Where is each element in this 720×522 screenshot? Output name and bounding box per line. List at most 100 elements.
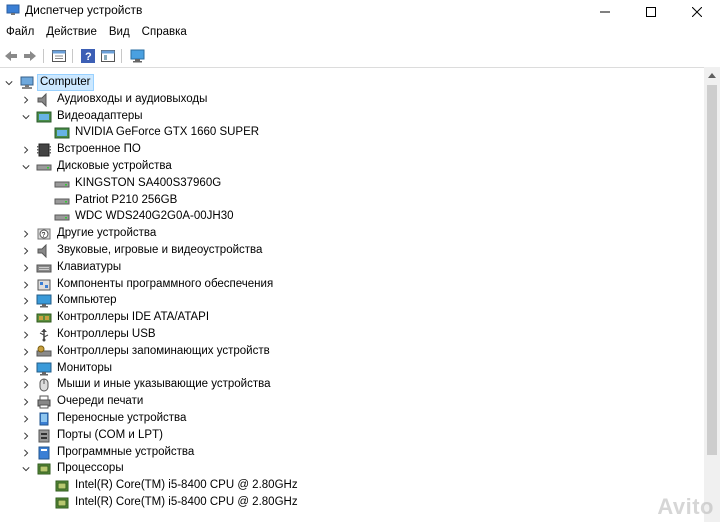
vertical-scrollbar[interactable] [704,67,720,522]
chevron-right-icon[interactable] [22,145,30,154]
category-item[interactable]: Очереди печати [0,393,145,410]
minimize-button[interactable] [582,0,628,24]
monitor-scan-icon [130,49,145,63]
chevron-down-icon[interactable] [22,113,30,121]
action-view-button[interactable] [100,48,116,64]
chevron-right-icon[interactable] [22,397,30,406]
category-item[interactable]: Компьютер [0,292,119,309]
category-item[interactable]: Контроллеры запоминающих устройств [0,343,272,360]
category-item[interactable]: Аудиовходы и аудиовыходы [0,91,209,108]
portable-device-icon [39,412,49,425]
chevron-down-icon[interactable] [22,465,30,473]
category-item[interactable]: Компоненты программного обеспечения [0,276,275,293]
help-button[interactable]: ? [80,48,96,64]
device-item[interactable]: Intel(R) Core(TM) i5-8400 CPU @ 2.80GHz [0,477,300,494]
chevron-right-icon[interactable] [22,380,30,389]
tree-item-label: KINGSTON SA400S37960G [75,177,222,189]
tree-item-label: Intel(R) Core(TM) i5-8400 CPU @ 2.80GHz [75,496,298,508]
storage-controller-icon [36,345,52,356]
scan-hardware-button[interactable] [130,48,146,64]
chevron-right-icon[interactable] [22,364,30,373]
chevron-right-icon[interactable] [22,263,30,272]
device-item[interactable]: KINGSTON SA400S37960G [0,175,223,192]
menu-action[interactable]: Действие [40,24,103,44]
device-tree: Computer Аудиовходы и аудиовыходы Видеоада… [0,72,704,522]
toolbar-separator [121,49,122,63]
category-item[interactable]: Встроенное ПО [0,141,143,158]
spacer [40,129,48,137]
category-item[interactable]: ? Другие устройства [0,225,158,242]
monitor-icon [36,362,52,375]
scroll-thumb[interactable] [707,85,717,455]
disk-drive-icon [54,198,70,204]
category-item[interactable]: Дисковые устройства [0,158,174,175]
tree-item-label: Клавиатуры [57,261,122,273]
device-item[interactable]: WDC WDS240G2G0A-00JH30 [0,208,236,225]
chevron-right-icon[interactable] [22,95,30,104]
category-item[interactable]: Переносные устройства [0,410,188,427]
category-item[interactable]: Процессоры [0,460,126,477]
device-item[interactable]: NVIDIA GeForce GTX 1660 SUPER [0,124,261,141]
toolbar-separator [72,49,73,63]
tree-item-label: Мониторы [57,362,113,374]
chevron-right-icon[interactable] [22,414,30,423]
firmware-icon [37,143,51,156]
chevron-down-icon[interactable] [22,163,30,171]
chevron-right-icon[interactable] [22,330,30,339]
device-item[interactable]: Patriot P210 256GB [0,192,179,209]
category-item[interactable]: Звуковые, игровые и видеоустройства [0,242,264,259]
processor-icon [55,497,69,508]
svg-text:?: ? [42,232,46,239]
chevron-right-icon[interactable] [22,431,30,440]
tree-item-label: Переносные устройства [57,412,187,424]
close-button[interactable] [674,0,720,24]
menu-view[interactable]: Вид [103,24,136,44]
tree-item-label: Мыши и иные указывающие устройства [57,378,271,390]
category-item[interactable]: Мыши и иные указывающие устройства [0,376,273,393]
scroll-up-button[interactable] [704,67,720,83]
menu-file[interactable]: Файл [0,24,40,44]
processor-icon [37,463,51,474]
disk-drive-icon [36,164,52,170]
speaker-icon [37,92,47,107]
display-adapter-icon [54,127,70,138]
tree-item-label: Процессоры [57,462,124,474]
chevron-right-icon[interactable] [22,229,30,238]
chevron-down-icon[interactable] [5,79,13,87]
chevron-right-icon[interactable] [22,280,30,289]
tree-item-label: Intel(R) Core(TM) i5-8400 CPU @ 2.80GHz [75,479,298,491]
chevron-right-icon[interactable] [22,313,30,322]
toolbar-separator [43,49,44,63]
tree-item-label: Компьютер [57,294,117,306]
tree-item-label: Контроллеры USB [57,328,156,340]
tree-item-label: Computer [37,74,94,91]
category-item[interactable]: Контроллеры IDE ATA/ATAPI [0,309,211,326]
category-item[interactable]: Порты (COM и LPT) [0,427,165,444]
chevron-right-icon[interactable] [22,448,30,457]
category-item[interactable]: Программные устройства [0,444,196,461]
tree-item-label: Дисковые устройства [57,160,172,172]
category-item[interactable]: Видеоадаптеры [0,108,145,125]
minimize-icon [600,11,610,13]
category-item[interactable]: Контроллеры USB [0,326,158,343]
tree-item-label: Контроллеры запоминающих устройств [57,345,270,357]
maximize-button[interactable] [628,0,674,24]
properties-button[interactable] [51,48,67,64]
tree-item-label: Программные устройства [57,446,195,458]
root-item[interactable]: Computer [0,74,94,91]
disk-drive-icon [54,181,70,187]
back-arrow-icon [5,51,17,61]
category-item[interactable]: Мониторы [0,360,114,377]
chevron-right-icon[interactable] [22,347,30,356]
software-component-icon [37,279,51,290]
back-button[interactable] [3,48,19,64]
unknown-device-icon: ? [37,228,51,239]
forward-button[interactable] [22,48,38,64]
printer-icon [37,395,51,408]
menu-help[interactable]: Справка [136,24,193,44]
device-item[interactable]: Intel(R) Core(TM) i5-8400 CPU @ 2.80GHz [0,494,300,511]
category-item[interactable]: Клавиатуры [0,259,123,276]
speaker-icon [37,243,47,258]
chevron-right-icon[interactable] [22,246,30,255]
chevron-right-icon[interactable] [22,296,30,305]
